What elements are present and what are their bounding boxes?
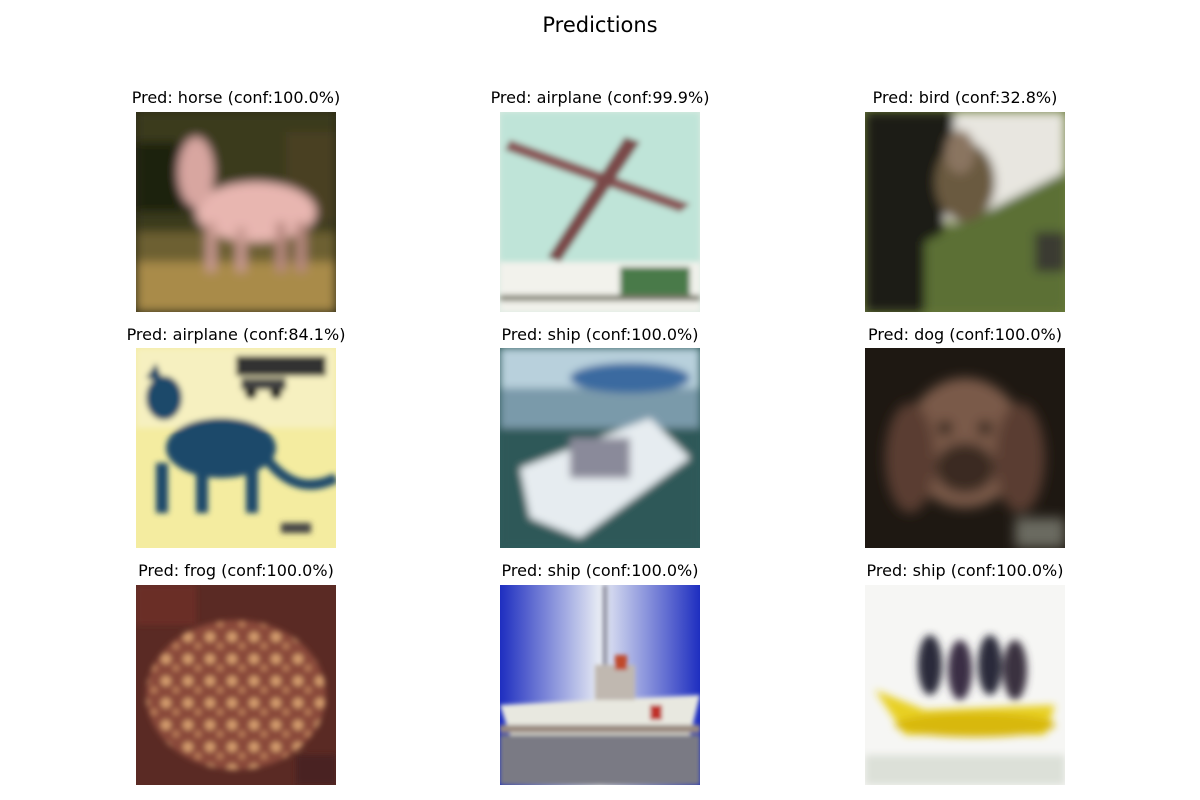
figure-title: Predictions [542, 13, 658, 37]
panel-title-2: Pred: airplane (conf:99.9%) [490, 88, 710, 107]
image-banana-boat [865, 585, 1065, 785]
panel-title-3: Pred: bird (conf:32.8%) [872, 88, 1058, 107]
image-horse [136, 112, 336, 312]
image-ship [500, 585, 700, 785]
image-cat-on-yellow [136, 348, 336, 548]
image-dog-on-grass [865, 112, 1065, 312]
panel-title-8: Pred: ship (conf:100.0%) [501, 561, 699, 580]
panel-title-4: Pred: airplane (conf:84.1%) [126, 325, 346, 344]
panel-title-5: Pred: ship (conf:100.0%) [501, 325, 699, 344]
panel-title-6: Pred: dog (conf:100.0%) [868, 325, 1062, 344]
image-airplane [500, 112, 700, 312]
image-dog [865, 348, 1065, 548]
panel-title-1: Pred: horse (conf:100.0%) [131, 88, 341, 107]
panel-title-7: Pred: frog (conf:100.0%) [138, 561, 334, 580]
image-motorboat [500, 348, 700, 548]
panel-title-9: Pred: ship (conf:100.0%) [866, 561, 1064, 580]
image-frog [136, 585, 336, 785]
